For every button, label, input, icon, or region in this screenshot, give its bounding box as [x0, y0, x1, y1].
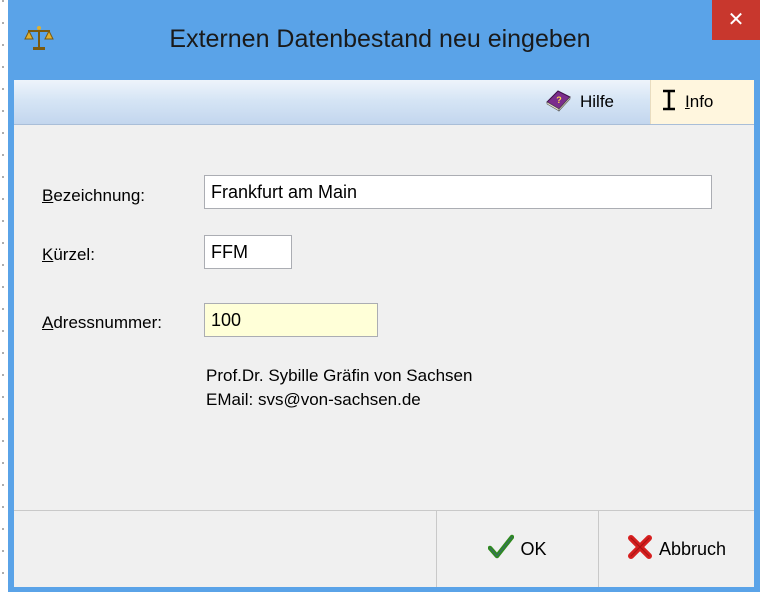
- kuerzel-label: Kürzel:: [42, 245, 95, 264]
- info-label: Info: [685, 92, 714, 111]
- adressnummer-input[interactable]: [204, 303, 378, 337]
- close-icon: ✕: [727, 9, 745, 31]
- close-button[interactable]: ✕: [712, 0, 760, 40]
- contact-email: EMail: svs@von-sachsen.de: [206, 390, 421, 409]
- help-book-icon: ?: [544, 88, 572, 117]
- window-title: Externen Datenbestand neu eingeben: [169, 25, 591, 53]
- help-label: Hilfe: [580, 92, 615, 111]
- bezeichnung-label: Bezeichnung:: [42, 186, 146, 205]
- kuerzel-input[interactable]: [204, 235, 292, 269]
- edge-dots: [2, 0, 4, 592]
- text-cursor-icon: [661, 88, 677, 117]
- cross-icon: [627, 534, 653, 565]
- ok-label: OK: [520, 538, 547, 559]
- cancel-button[interactable]: Abbruch: [599, 511, 754, 587]
- scales-icon: [24, 24, 54, 52]
- info-button[interactable]: Info: [650, 80, 754, 124]
- svg-text:?: ?: [556, 95, 562, 105]
- help-button[interactable]: ? Hilfe: [538, 80, 650, 124]
- dialog-client-area: ? Hilfe Info Bezeichnung: Kürzel: Adress…: [14, 80, 754, 587]
- cancel-label: Abbruch: [658, 538, 727, 559]
- adressnummer-label: Adressnummer:: [42, 313, 162, 332]
- toolbar: ? Hilfe Info: [14, 80, 754, 125]
- title-bar[interactable]: Externen Datenbestand neu eingeben ✕: [8, 0, 760, 80]
- dialog-window: Externen Datenbestand neu eingeben ✕ ? H…: [8, 0, 760, 592]
- contact-name: Prof.Dr. Sybille Gräfin von Sachsen: [206, 366, 473, 385]
- button-bar: OK Abbruch: [14, 510, 754, 587]
- ok-button[interactable]: OK: [437, 511, 598, 587]
- bezeichnung-input[interactable]: [204, 175, 712, 209]
- checkmark-icon: [488, 534, 515, 565]
